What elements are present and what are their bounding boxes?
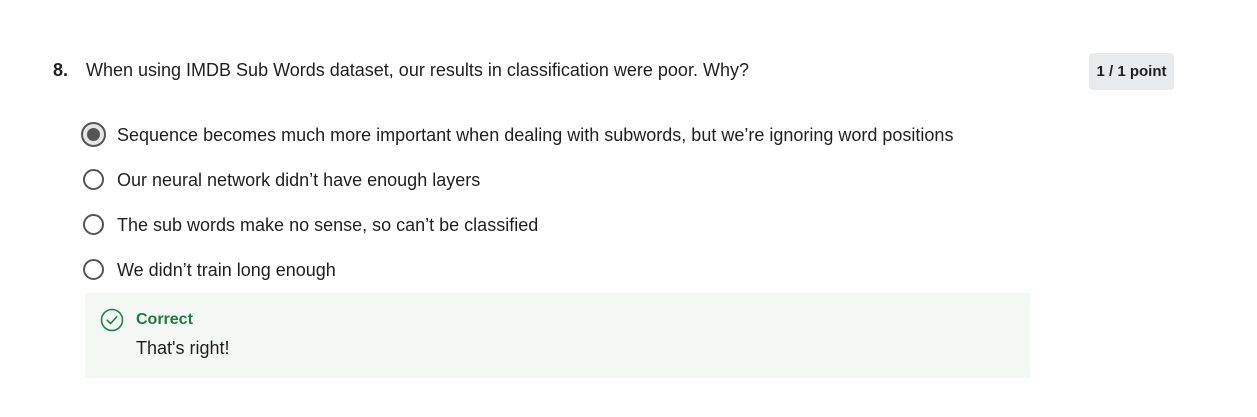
feedback-text: That's right! (136, 338, 230, 358)
points-badge: 1 / 1 point (1089, 53, 1174, 90)
answer-options: Sequence becomes much more important whe… (81, 112, 954, 292)
answer-option-label: The sub words make no sense, so can’t be… (117, 214, 539, 235)
radio-button[interactable] (83, 259, 104, 280)
answer-option-label: Sequence becomes much more important whe… (117, 124, 954, 145)
answer-option-label: Our neural network didn’t have enough la… (117, 169, 481, 190)
answer-option-3[interactable]: The sub words make no sense, so can’t be… (83, 202, 953, 247)
radio-button-selected[interactable] (81, 122, 106, 147)
radio-button[interactable] (83, 169, 104, 190)
quiz-question: 8. When using IMDB Sub Words dataset, ou… (0, 0, 1257, 417)
answer-option-4[interactable]: We didn’t train long enough (83, 247, 953, 292)
feedback-title: Correct (136, 311, 193, 328)
answer-option-label: We didn’t train long enough (117, 259, 336, 280)
feedback-panel: Correct That's right! (85, 293, 1030, 378)
question-text: When using IMDB Sub Words dataset, our r… (86, 60, 749, 80)
question-number: 8. (53, 60, 69, 80)
answer-option-1[interactable]: Sequence becomes much more important whe… (81, 112, 954, 157)
radio-button[interactable] (83, 214, 104, 235)
answer-option-2[interactable]: Our neural network didn’t have enough la… (83, 157, 953, 202)
check-circle-icon (100, 308, 124, 332)
